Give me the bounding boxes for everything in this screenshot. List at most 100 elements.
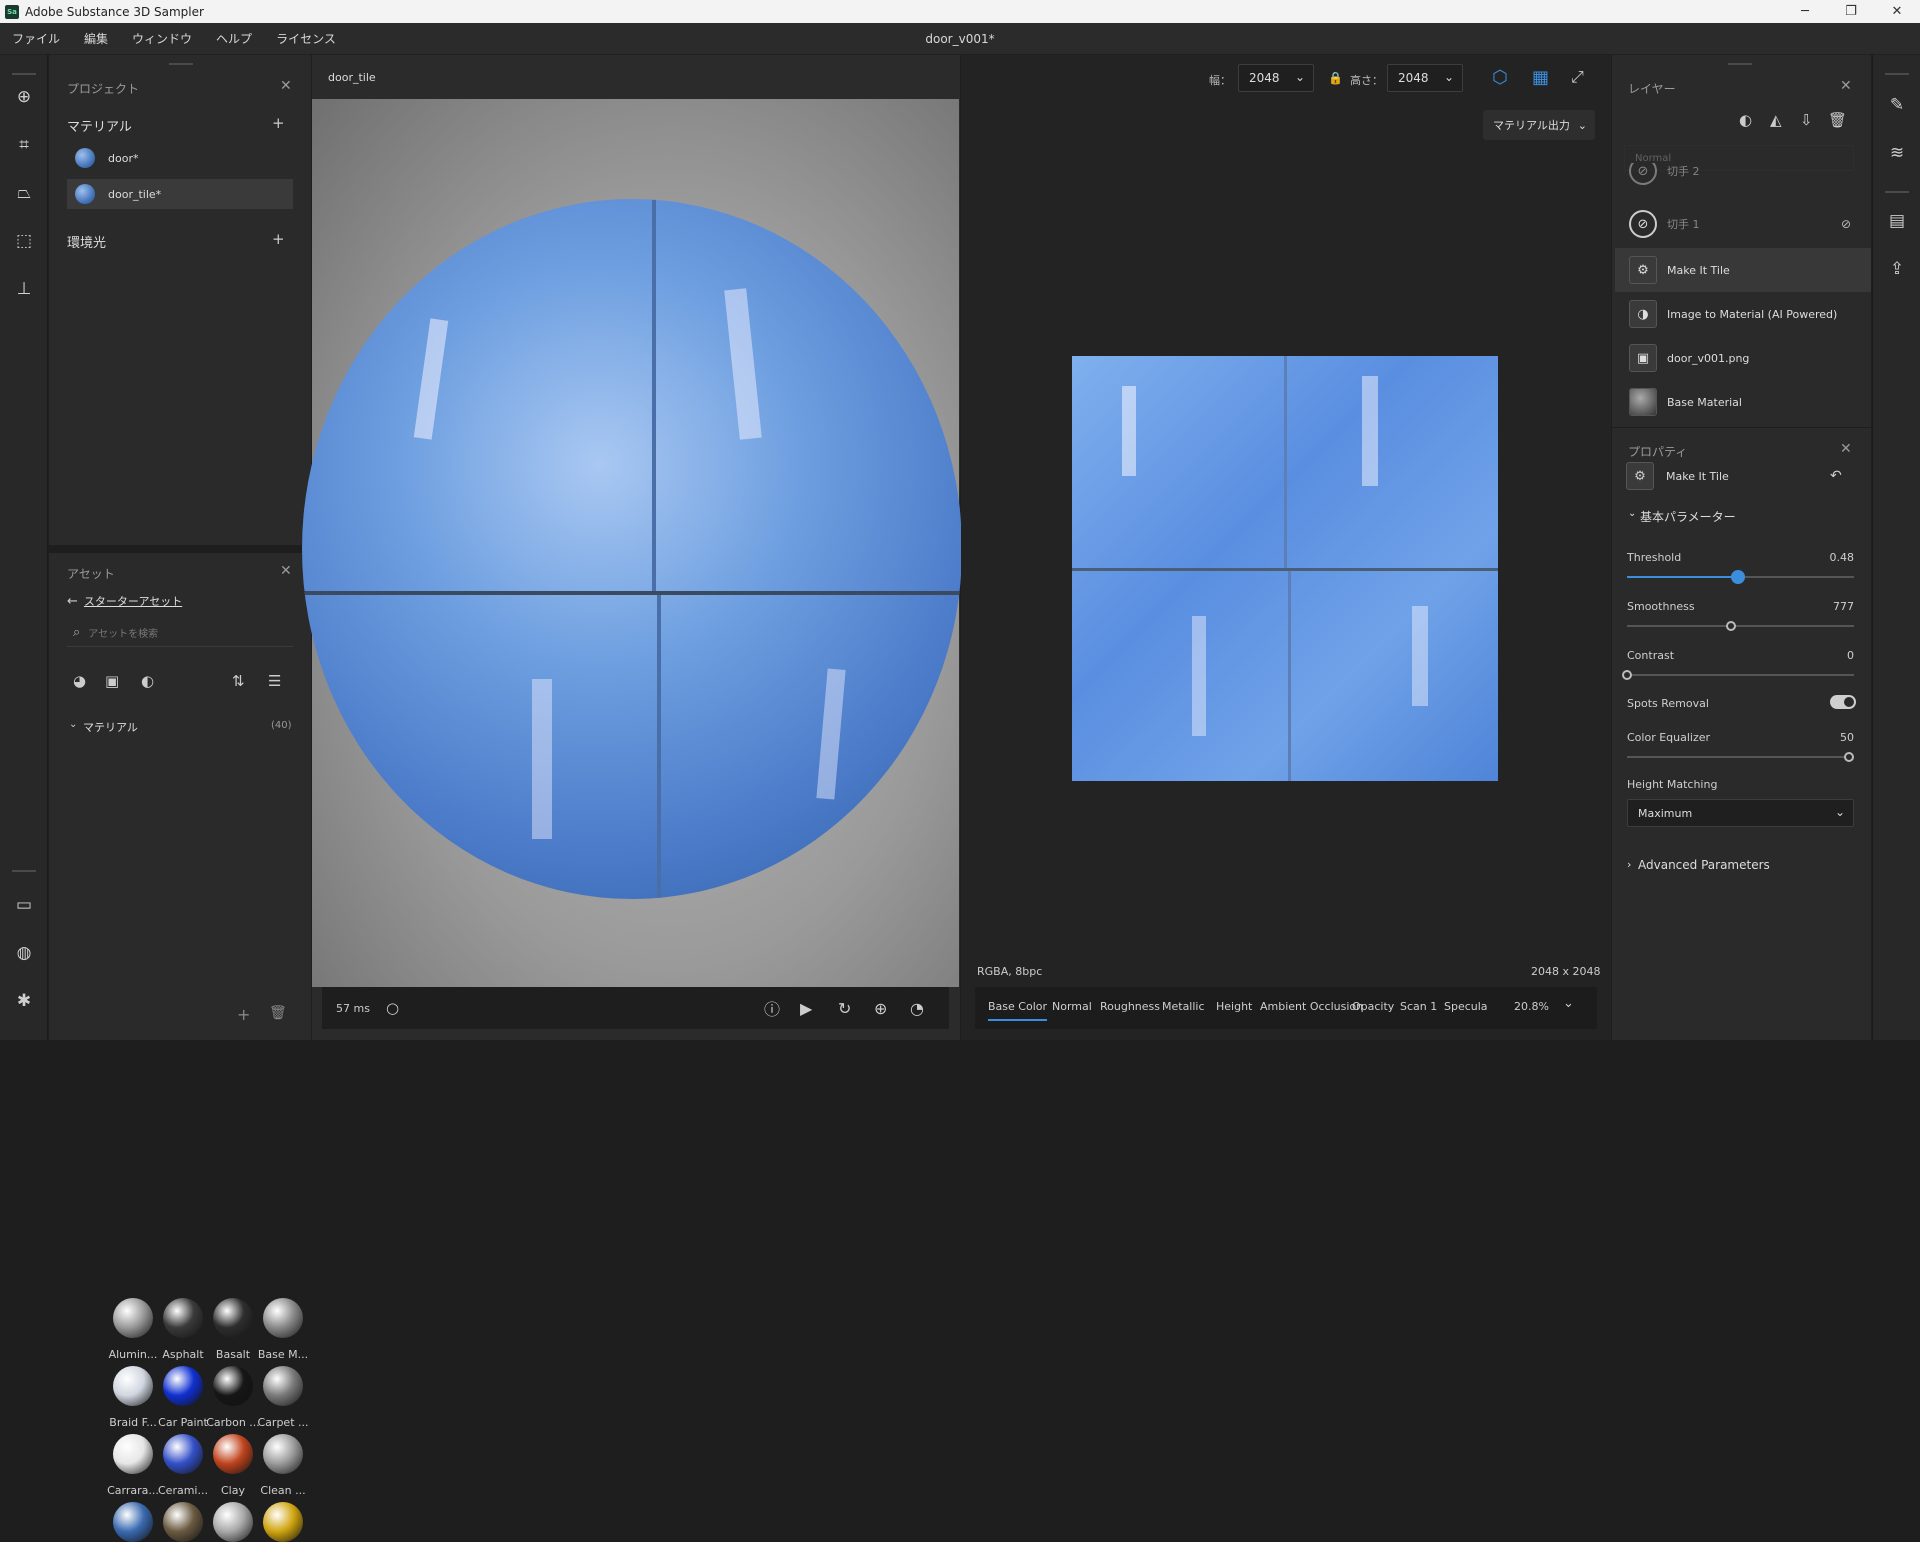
close-icon[interactable]: ✕ [1840,441,1852,457]
starter-assets-link[interactable]: ← スターターアセット [67,593,182,609]
material-item[interactable]: door* [67,143,293,173]
channel-tab[interactable]: Height [1216,1000,1252,1013]
perspective-icon[interactable]: ⏢ [12,181,36,205]
height-matching-dropdown[interactable]: Maximum ⌄ [1627,799,1854,827]
channel-tab[interactable]: Scan 1 [1400,1000,1437,1013]
channel-tab[interactable]: Base Color [988,1000,1048,1021]
document-icon[interactable]: ▤ [1885,209,1909,233]
brush-icon[interactable]: ✎ [1885,93,1909,117]
height-dropdown[interactable]: 2048 ⌄ [1387,64,1463,92]
layer-item[interactable]: ⊘ 切手 1 ⊘ [1615,202,1871,246]
minimize-button[interactable]: ─ [1782,0,1828,23]
adjust-icon[interactable]: ≋ [1885,141,1909,165]
color-equalizer-value[interactable]: 50 [1810,731,1854,744]
environment-globe-icon[interactable]: ⊕ [874,999,887,1018]
reset-icon[interactable]: ↶ [1830,468,1842,484]
shading-sphere-icon[interactable]: ◔ [910,999,924,1018]
asset-thumbnail[interactable] [163,1298,203,1338]
display-settings-icon[interactable]: ▭ [12,893,36,917]
2d-view-icon[interactable]: ▦ [1532,67,1549,88]
add-asset-icon[interactable]: + [237,1005,250,1024]
menu-license[interactable]: ライセンス [264,30,348,47]
param-value[interactable]: 777 [1810,600,1854,613]
asset-thumbnail[interactable] [263,1366,303,1406]
menu-file[interactable]: ファイル [0,30,72,47]
menu-edit[interactable]: 編集 [72,30,120,47]
asset-thumbnail[interactable] [163,1366,203,1406]
layer-item[interactable]: ◑ Image to Material (AI Powered) [1615,292,1871,336]
viewport-3d-canvas[interactable] [302,99,962,987]
materials-filter-icon[interactable]: ◕ [73,672,86,690]
crop-icon[interactable]: ⌗ [12,133,36,157]
close-icon[interactable]: ✕ [1840,78,1852,94]
advanced-params-header[interactable]: Advanced Parameters [1638,858,1770,872]
color-equalizer-knob[interactable] [1844,752,1854,762]
param-slider-knob[interactable] [1622,670,1632,680]
expand-icon[interactable]: ⤢ [1571,67,1584,87]
material-export-button[interactable]: マテリアル出力 ⌄ [1483,110,1595,140]
advanced-chevron-icon[interactable]: › [1627,858,1631,871]
asset-thumbnail[interactable] [213,1502,253,1542]
close-icon[interactable]: ✕ [280,563,292,579]
3d-view-icon[interactable]: ⬡ [1492,67,1508,88]
layer-item[interactable]: ▣ door_v001.png [1615,336,1871,380]
share-icon[interactable]: ⇪ [1885,257,1909,281]
add-layer-icon[interactable]: ◭ [1770,111,1782,129]
asset-thumbnail[interactable] [263,1434,303,1474]
render-status-icon[interactable]: ○ [386,999,399,1017]
texture-preview[interactable] [1072,356,1498,781]
add-environment-button[interactable]: + [272,230,285,248]
asset-thumbnail[interactable] [213,1434,253,1474]
asset-thumbnail[interactable] [113,1502,153,1542]
asset-thumbnail[interactable] [263,1298,303,1338]
lock-icon[interactable]: 🔒 [1328,71,1343,85]
zoom-level[interactable]: 20.8% [1514,1000,1549,1013]
asset-thumbnail[interactable] [163,1502,203,1542]
asset-thumbnail[interactable] [113,1298,153,1338]
add-icon[interactable]: ⊕ [12,85,36,109]
param-value[interactable]: 0 [1810,649,1854,662]
asset-search-field[interactable]: ⌕ アセットを検索 [67,619,293,647]
info-icon[interactable]: ⓘ [764,996,780,1020]
zoom-chevron-icon[interactable]: ⌄ [1563,996,1574,1011]
rotate-light-icon[interactable]: ↻ [838,999,851,1018]
channel-tab[interactable]: Specula [1444,1000,1488,1013]
trash-icon[interactable]: 🗑 [1828,111,1847,129]
asset-thumbnail[interactable] [113,1434,153,1474]
images-filter-icon[interactable]: ▣ [105,672,119,690]
section-chevron-icon[interactable]: ⌄ [1628,508,1636,519]
channel-tab[interactable]: Roughness [1100,1000,1160,1013]
close-icon[interactable]: ✕ [280,78,292,94]
transform-icon[interactable]: ⬚ [12,229,36,253]
param-slider-knob[interactable] [1726,621,1736,631]
filters-filter-icon[interactable]: ◐ [141,672,154,690]
menu-help[interactable]: ヘルプ [204,30,264,47]
asset-thumbnail[interactable] [213,1366,253,1406]
asset-thumbnail[interactable] [263,1502,303,1542]
layer-item[interactable]: Base Material [1615,380,1871,424]
channel-tab[interactable]: Metallic [1162,1000,1205,1013]
add-material-button[interactable]: + [272,114,285,132]
channel-tab[interactable]: Normal [1052,1000,1092,1013]
hidden-eye-icon[interactable]: ⊘ [1841,217,1851,231]
layer-item[interactable]: ⊘ 切手 2 [1615,163,1871,189]
spots-removal-toggle[interactable] [1830,695,1856,709]
maximize-button[interactable]: ❐ [1828,0,1874,23]
plugins-icon[interactable]: ✱ [12,989,36,1013]
param-slider-track[interactable] [1627,625,1854,627]
channel-tab[interactable]: Ambient Occlusion [1260,1000,1363,1013]
color-equalizer-track[interactable] [1627,756,1854,758]
param-value[interactable]: 0.48 [1810,551,1855,564]
asset-thumbnail[interactable] [113,1366,153,1406]
stamp-icon[interactable]: ⊥ [12,277,36,301]
asset-thumbnail[interactable] [163,1434,203,1474]
sort-icon[interactable]: ⇅ [232,672,245,690]
camera-icon[interactable]: ▶ [800,999,812,1018]
close-window-button[interactable]: ✕ [1874,0,1920,23]
layer-item-selected[interactable]: ⚙ Make It Tile [1615,248,1871,292]
material-item-selected[interactable]: door_tile* [67,179,293,209]
channel-tab[interactable]: Opacity [1352,1000,1394,1013]
list-view-icon[interactable]: ☰ [268,672,281,690]
add-filter-icon[interactable]: ◐ [1739,111,1752,129]
menu-window[interactable]: ウィンドウ [120,30,204,47]
